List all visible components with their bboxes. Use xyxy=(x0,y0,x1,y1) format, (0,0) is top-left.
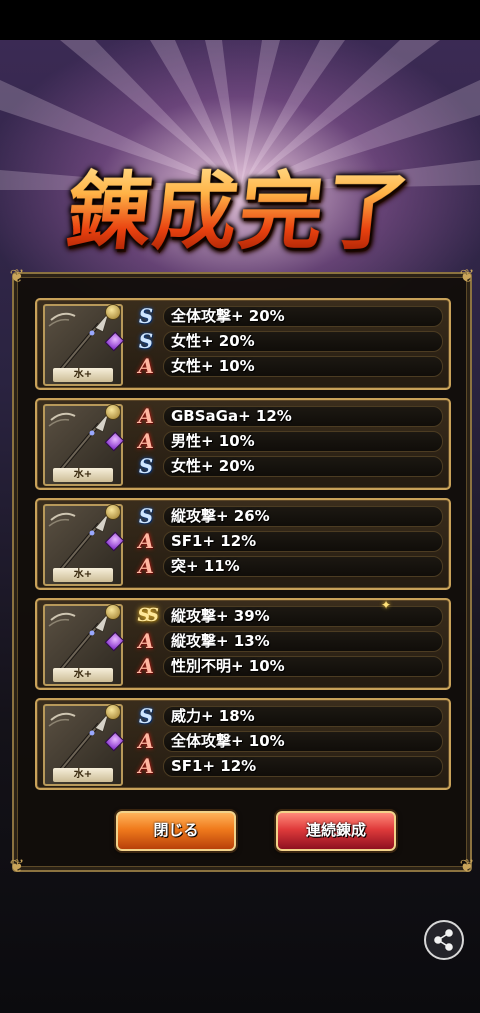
skill-list: S 全体攻撃+ 20% S 女性+ 20% A 女性+ 10% xyxy=(129,304,445,379)
element-label: 水+ xyxy=(53,668,113,682)
weapon-card: 水+ S 全体攻撃+ 20% S 女性+ 20% A 女性+ 10% xyxy=(35,298,451,390)
gold-orb-icon xyxy=(105,304,121,320)
skill-list: SS 縦攻撃+ 39% ✦ A 縦攻撃+ 13% A 性別不明+ 10% xyxy=(129,598,445,679)
skill-text: 縦攻撃+ 26% xyxy=(171,507,270,525)
skill-rank-a-icon: A xyxy=(136,354,156,378)
skill-text: SF1+ 12% xyxy=(171,757,257,775)
ornament-icon: ❦ xyxy=(9,266,25,287)
page-title: 錬成完了 xyxy=(0,145,480,266)
skill-rank-a-icon: A xyxy=(136,404,156,428)
weapon-card: 水+ A GBSaGa+ 12% A 男性+ 10% S 女性+ 20% xyxy=(35,398,451,490)
skill-row: S 縦攻撃+ 26% xyxy=(129,504,445,529)
gold-orb-icon xyxy=(105,604,121,620)
skill-list: S 縦攻撃+ 26% A SF1+ 12% A 突+ 11% xyxy=(129,504,445,579)
skill-text: 突+ 11% xyxy=(171,557,240,575)
weapon-card: 水+ S 威力+ 18% A 全体攻撃+ 10% A SF1+ 12% xyxy=(35,698,451,790)
skill-row: A 性別不明+ 10% xyxy=(129,654,445,679)
skill-row: A 縦攻撃+ 13% xyxy=(129,629,445,654)
skill-row: A SF1+ 12% xyxy=(129,754,445,779)
skill-rank-a-icon: A xyxy=(136,554,156,578)
skill-text: 縦攻撃+ 39% xyxy=(171,607,270,625)
skill-row: A 女性+ 10% xyxy=(129,354,445,379)
skill-row: A 全体攻撃+ 10% xyxy=(129,729,445,754)
skill-rank-ss-icon: SS xyxy=(135,605,157,626)
skill-text: 性別不明+ 10% xyxy=(171,657,285,675)
skill-rank-a-icon: A xyxy=(136,629,156,653)
sparkle-icon: ✦ xyxy=(381,598,392,612)
skill-rank-s-icon: S xyxy=(136,329,156,353)
skill-rank-a-icon: A xyxy=(136,529,156,553)
skill-rank-s-icon: S xyxy=(136,454,156,478)
skill-text: 男性+ 10% xyxy=(171,432,255,450)
skill-row: S 女性+ 20% xyxy=(129,454,445,479)
ornament-icon: ❦ xyxy=(9,856,25,877)
element-label: 水+ xyxy=(53,368,113,382)
skill-rank-a-icon: A xyxy=(136,429,156,453)
skill-rank-s-icon: S xyxy=(136,704,156,728)
skill-rank-s-icon: S xyxy=(136,504,156,528)
weapon-card: 水+ S 縦攻撃+ 26% A SF1+ 12% A 突+ 11% xyxy=(35,498,451,590)
skill-rank-s-icon: S xyxy=(136,304,156,328)
skill-rank-a-icon: A xyxy=(136,729,156,753)
skill-row: A 突+ 11% xyxy=(129,554,445,579)
continue-refine-button[interactable]: 連続錬成 xyxy=(276,811,396,851)
gold-orb-icon xyxy=(105,504,121,520)
skill-list: A GBSaGa+ 12% A 男性+ 10% S 女性+ 20% xyxy=(129,404,445,479)
share-button[interactable] xyxy=(424,920,464,960)
gold-orb-icon xyxy=(105,704,121,720)
element-label: 水+ xyxy=(53,768,113,782)
element-label: 水+ xyxy=(53,568,113,582)
ornament-icon: ❦ xyxy=(459,266,475,287)
skill-text: GBSaGa+ 12% xyxy=(171,407,292,425)
skill-row: A 男性+ 10% xyxy=(129,429,445,454)
skill-text: 威力+ 18% xyxy=(171,707,255,725)
skill-text: 女性+ 20% xyxy=(171,457,255,475)
element-label: 水+ xyxy=(53,468,113,482)
skill-row: SS 縦攻撃+ 39% ✦ xyxy=(129,598,445,629)
skill-text: 全体攻撃+ 10% xyxy=(171,732,285,750)
skill-text: 女性+ 20% xyxy=(171,332,255,350)
skill-row: S 女性+ 20% xyxy=(129,329,445,354)
skill-text: 女性+ 10% xyxy=(171,357,255,375)
skill-row: S 威力+ 18% xyxy=(129,704,445,729)
result-panel: ❦ ❦ ❦ ❦ 水+ S 全体攻撃+ 20% S 女性+ 20% A 女性+ 10% 水+ A G… xyxy=(9,268,474,876)
skill-row: A SF1+ 12% xyxy=(129,529,445,554)
ornament-icon: ❦ xyxy=(459,856,475,877)
share-icon xyxy=(434,929,453,951)
skill-list: S 威力+ 18% A 全体攻撃+ 10% A SF1+ 12% xyxy=(129,704,445,779)
skill-rank-a-icon: A xyxy=(136,754,156,778)
skill-row: S 全体攻撃+ 20% xyxy=(129,304,445,329)
skill-rank-a-icon: A xyxy=(136,654,156,678)
skill-row: A GBSaGa+ 12% xyxy=(129,404,445,429)
close-button[interactable]: 閉じる xyxy=(116,811,236,851)
skill-text: 全体攻撃+ 20% xyxy=(171,307,285,325)
gold-orb-icon xyxy=(105,404,121,420)
weapon-card: 水+ SS 縦攻撃+ 39% ✦ A 縦攻撃+ 13% A 性別不明+ 10% xyxy=(35,598,451,690)
skill-text: 縦攻撃+ 13% xyxy=(171,632,270,650)
skill-text: SF1+ 12% xyxy=(171,532,257,550)
